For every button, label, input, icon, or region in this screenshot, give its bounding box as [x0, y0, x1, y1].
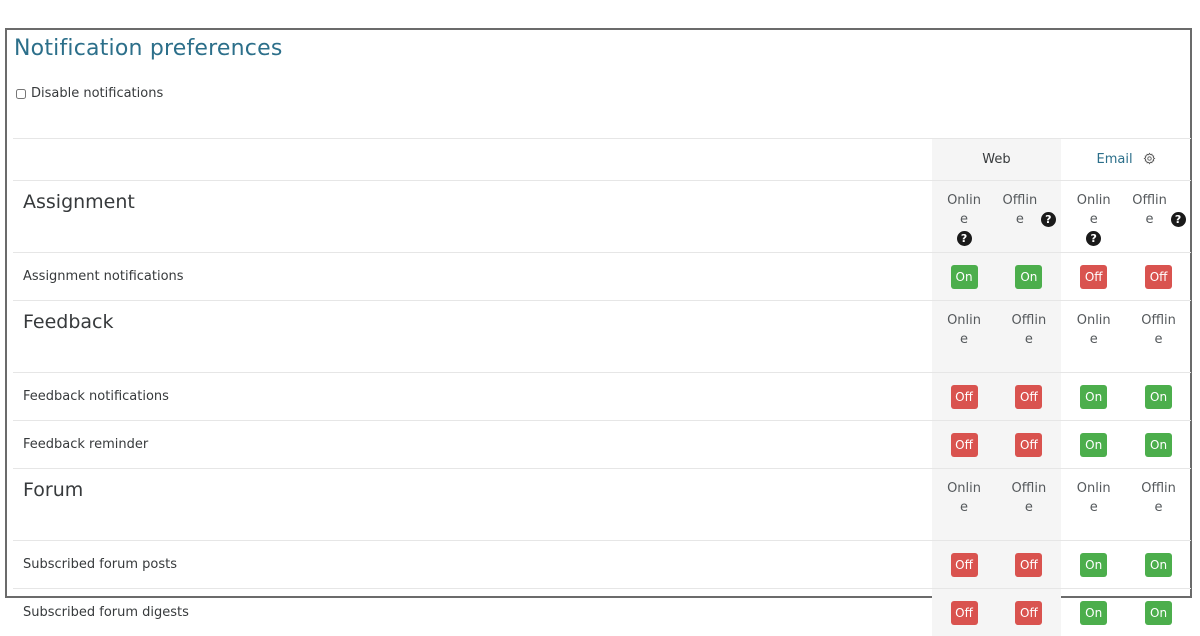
processor-header-web: Web: [932, 139, 1062, 181]
preference-row: Feedback notifications Off Off On On: [13, 373, 1191, 421]
preference-name: Subscribed forum digests: [13, 589, 932, 636]
toggle-cell: On: [1126, 421, 1191, 469]
preference-toggle[interactable]: Off: [1080, 265, 1107, 289]
preference-toggle[interactable]: On: [1080, 601, 1107, 625]
state-label-cell: Online?: [1061, 181, 1126, 253]
state-label: Online: [946, 311, 982, 349]
preference-row: Feedback reminder Off Off On On: [13, 421, 1191, 469]
preference-toggle[interactable]: On: [1080, 385, 1107, 409]
state-label: Online: [1076, 311, 1112, 349]
state-label: Offline: [1141, 479, 1177, 517]
preference-toggle[interactable]: On: [1145, 385, 1172, 409]
disable-notifications-checkbox[interactable]: [16, 89, 26, 99]
group-header-row: Forum Online Offline Online Offline: [13, 469, 1191, 541]
toggle-cell: On: [1061, 589, 1126, 636]
disable-notifications-option[interactable]: Disable notifications: [16, 86, 163, 101]
preference-toggle[interactable]: Off: [951, 385, 978, 409]
processor-name: Email: [1097, 152, 1133, 167]
preference-toggle[interactable]: On: [1080, 553, 1107, 577]
preference-row: Subscribed forum digests Off Off On On: [13, 589, 1191, 636]
processor-header-row: Web Email: [13, 139, 1191, 181]
state-label-cell: Online: [1061, 469, 1126, 541]
toggle-cell: On: [1061, 373, 1126, 421]
group-name: Forum: [13, 469, 932, 541]
state-label: Offline: [1132, 191, 1168, 229]
group-header-row: AssignmentOnline?Offline?Online?Offline?: [13, 181, 1191, 253]
toggle-cell: On: [1126, 589, 1191, 636]
preference-toggle[interactable]: On: [1145, 553, 1172, 577]
preferences-table: Web Email AssignmentOnline?Offline?Onlin…: [13, 138, 1191, 636]
state-label-cell: Offline: [996, 301, 1061, 373]
disable-notifications-label: Disable notifications: [31, 86, 163, 101]
toggle-cell: Off: [996, 589, 1061, 636]
state-label: Online: [1076, 191, 1112, 229]
preference-name: Assignment notifications: [13, 253, 932, 301]
toggle-cell: On: [932, 253, 997, 301]
state-label-cell: Online: [932, 301, 997, 373]
preference-toggle[interactable]: Off: [1015, 601, 1042, 625]
toggle-cell: Off: [996, 421, 1061, 469]
help-icon[interactable]: ?: [1086, 231, 1101, 246]
state-label: Offline: [1011, 311, 1047, 349]
preference-name: Feedback notifications: [13, 373, 932, 421]
preference-name: Feedback reminder: [13, 421, 932, 469]
preference-toggle[interactable]: Off: [1145, 265, 1172, 289]
toggle-cell: Off: [932, 373, 997, 421]
header-spacer: [13, 139, 932, 181]
preference-toggle[interactable]: Off: [951, 433, 978, 457]
notification-preferences-panel: Notification preferences Disable notific…: [5, 28, 1192, 598]
state-label: Offline: [1002, 191, 1038, 229]
group-name: Feedback: [13, 301, 932, 373]
group-header-row: Feedback Online Offline Online Offline: [13, 301, 1191, 373]
preference-toggle[interactable]: Off: [1015, 433, 1042, 457]
state-label-cell: Online?: [932, 181, 997, 253]
toggle-cell: On: [996, 253, 1061, 301]
toggle-cell: Off: [932, 589, 997, 636]
toggle-cell: On: [1126, 541, 1191, 589]
preference-toggle[interactable]: Off: [951, 553, 978, 577]
toggle-cell: Off: [996, 541, 1061, 589]
help-icon[interactable]: ?: [957, 231, 972, 246]
state-label-cell: Offline?: [1126, 181, 1191, 253]
preference-toggle[interactable]: On: [951, 265, 978, 289]
preference-toggle[interactable]: Off: [951, 601, 978, 625]
toggle-cell: Off: [996, 373, 1061, 421]
state-label: Online: [1076, 479, 1112, 517]
processor-header-email: Email: [1061, 139, 1191, 181]
toggle-cell: Off: [1126, 253, 1191, 301]
state-label: Offline: [1141, 311, 1177, 349]
state-label-cell: Offline: [1126, 301, 1191, 373]
preference-toggle[interactable]: On: [1080, 433, 1107, 457]
toggle-cell: On: [1126, 373, 1191, 421]
toggle-cell: Off: [1061, 253, 1126, 301]
preference-toggle[interactable]: Off: [1015, 553, 1042, 577]
toggle-cell: On: [1061, 421, 1126, 469]
processor-name: Web: [982, 152, 1010, 167]
state-label: Offline: [1011, 479, 1047, 517]
preference-name: Subscribed forum posts: [13, 541, 932, 589]
preference-toggle[interactable]: On: [1015, 265, 1042, 289]
state-label-cell: Online: [1061, 301, 1126, 373]
preference-toggle[interactable]: Off: [1015, 385, 1042, 409]
state-label: Online: [946, 479, 982, 517]
state-label-cell: Online: [932, 469, 997, 541]
state-label: Online: [946, 191, 982, 229]
preference-row: Assignment notifications On On Off Off: [13, 253, 1191, 301]
toggle-cell: Off: [932, 541, 997, 589]
state-label-cell: Offline?: [996, 181, 1061, 253]
page-title: Notification preferences: [14, 36, 283, 61]
preference-row: Subscribed forum posts Off Off On On: [13, 541, 1191, 589]
preference-toggle[interactable]: On: [1145, 433, 1172, 457]
toggle-cell: Off: [932, 421, 997, 469]
help-icon[interactable]: ?: [1171, 212, 1186, 227]
gear-icon[interactable]: [1143, 152, 1156, 165]
state-label-cell: Offline: [1126, 469, 1191, 541]
toggle-cell: On: [1061, 541, 1126, 589]
preference-toggle[interactable]: On: [1145, 601, 1172, 625]
state-label-cell: Offline: [996, 469, 1061, 541]
help-icon[interactable]: ?: [1041, 212, 1056, 227]
group-name: Assignment: [13, 181, 932, 253]
